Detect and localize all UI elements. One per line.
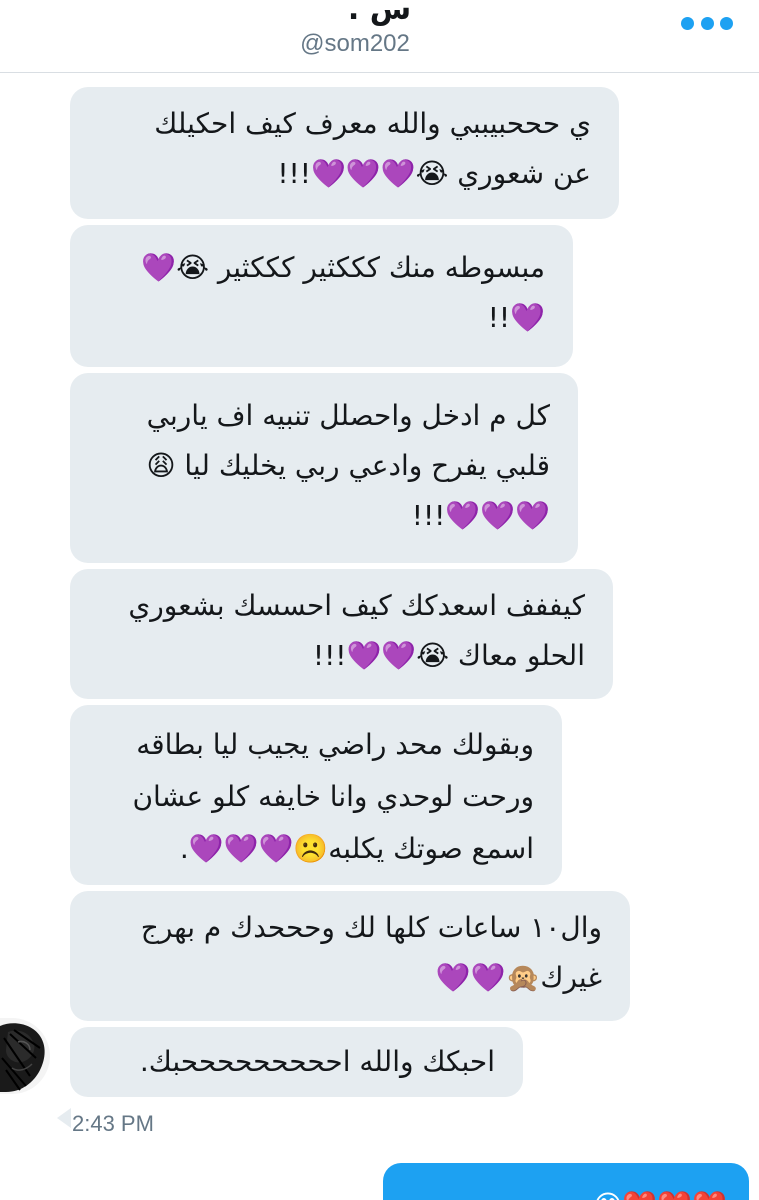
message-thread[interactable]: ي حححبيببي والله معرف كيف احكيلك عن شعور…: [0, 73, 759, 1200]
message-line: عن شعوري 😭💜💜💜!!!: [277, 157, 591, 190]
message-line: وبقولك محد راضي يجيب ليا بطاقه: [136, 728, 534, 761]
received-message[interactable]: كل م ادخل واحصلل تنبيه اف ياربي قلبي يفر…: [70, 373, 578, 563]
message-line: الحلو معاك 😭💜💜!!!: [312, 639, 585, 672]
message-line: احبكك والله احححححححححبك.: [139, 1045, 495, 1078]
more-horizontal-icon-dot: [720, 16, 733, 30]
received-message[interactable]: كيففف اسعدكك كيف احسسك بشعوري الحلو معاك…: [70, 569, 613, 699]
message-line: اسمع صوتك يكلبه☹️💜💜💜.: [179, 832, 534, 865]
more-horizontal-icon-dot: [700, 16, 714, 30]
message-line: 💜!!: [487, 301, 545, 334]
message-line: ورحت لوحدي وانا خايفه كلو عشان: [132, 780, 534, 813]
contact-name[interactable]: س .: [0, 0, 759, 27]
user-avatar[interactable]: [0, 1018, 50, 1094]
received-message[interactable]: وبقولك محد راضي يجيب ليا بطاقه ورحت لوحد…: [70, 705, 562, 885]
message-line: كيففف اسعدكك كيف احسسك بشعوري: [128, 589, 585, 622]
more-horizontal-icon: [681, 16, 694, 30]
contact-handle[interactable]: @som202: [0, 30, 710, 58]
message-line: قلبي يفرح وادعي ربي يخليك ليا 😩: [146, 449, 550, 482]
bubble-tail: [57, 1108, 71, 1128]
received-message[interactable]: وال١٠ ساعات كلها لك وحححدك م بهرج غيرك🙊💜…: [70, 891, 630, 1021]
sent-message-text: ❤️❤️❤️😊: [405, 1181, 727, 1200]
received-message[interactable]: ي حححبيببي والله معرف كيف احكيلك عن شعور…: [70, 87, 619, 219]
message-line: ي حححبيببي والله معرف كيف احكيلك: [154, 107, 591, 140]
message-line: كل م ادخل واحصلل تنبيه اف ياربي: [146, 399, 550, 432]
conversation-header: س . @som202: [0, 0, 759, 73]
more-options-button[interactable]: [681, 14, 733, 32]
dm-conversation-screen: س . @som202 ي حححبيببي والله معرف كيف اح…: [0, 0, 759, 1200]
message-line: 💜💜💜!!!: [411, 499, 550, 532]
message-line: غيرك🙊💜💜: [435, 961, 602, 994]
message-timestamp: 2:43 PM: [72, 1111, 154, 1136]
received-message[interactable]: احبكك والله احححححححححبك.: [70, 1027, 523, 1097]
received-message[interactable]: مبسوطه منك كككثير كككثير 😭💜 💜!!: [70, 225, 573, 367]
message-line: مبسوطه منك كككثير كككثير 😭💜: [141, 251, 545, 284]
user-avatar-photo: [0, 1018, 50, 1094]
sent-message[interactable]: ❤️❤️❤️😊: [383, 1163, 749, 1200]
message-line: وال١٠ ساعات كلها لك وحححدك م بهرج: [140, 911, 602, 944]
